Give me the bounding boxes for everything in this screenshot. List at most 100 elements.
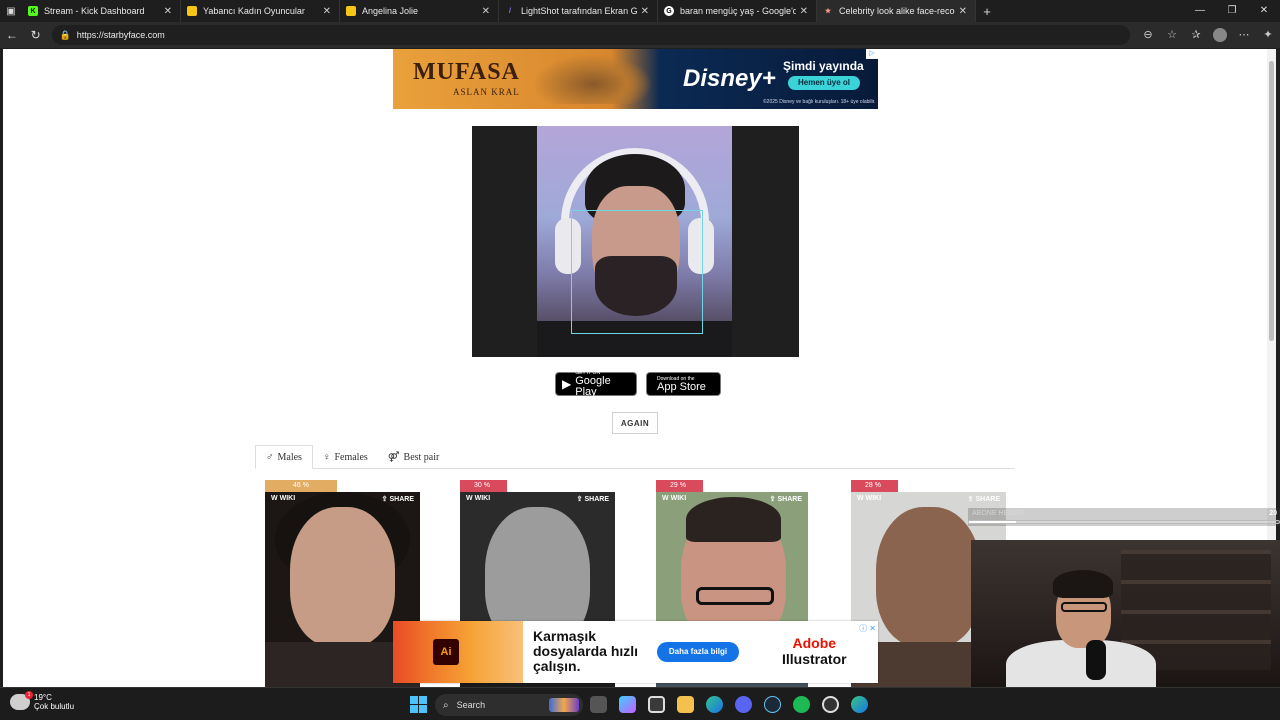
browser-tab-imdb-actresses[interactable]: Yabancı Kadın Oyuncular ✕ [181, 0, 340, 22]
kick-icon: K [28, 6, 38, 16]
spotify-icon[interactable] [793, 696, 810, 713]
wiki-button[interactable]: W WIKI [857, 495, 881, 502]
browser-icon[interactable] [851, 696, 868, 713]
wiki-button[interactable]: W WIKI [466, 495, 490, 502]
close-window-icon[interactable]: ✕ [1248, 0, 1280, 22]
share-button[interactable]: ⇪ SHARE [968, 495, 1000, 504]
tab-best-pair[interactable]: ⚤ Best pair [378, 445, 450, 469]
browser-tab-strip: ▣ K Stream - Kick Dashboard ✕ Yabancı Ka… [0, 0, 1280, 22]
browser-tab-lightshot[interactable]: / LightShot tarafından Ekran Görün ✕ [499, 0, 658, 22]
share-button[interactable]: ⇪ SHARE [770, 495, 802, 504]
ad-subscribe-button[interactable]: Hemen üye ol [788, 76, 860, 90]
photo-face [290, 507, 395, 647]
adobe-illustrator-ad-banner[interactable]: Ai Karmaşık dosyalarda hızlı çalışın. Da… [393, 621, 878, 683]
imdb-icon [187, 6, 197, 16]
adobe-logo-text: Adobe [792, 635, 837, 651]
edge-icon[interactable] [706, 696, 723, 713]
uploaded-photo [537, 126, 732, 357]
reload-icon[interactable]: ↻ [24, 28, 48, 42]
weather-condition: Çok bulutlu [34, 702, 75, 711]
ad-brand: Adobe Illustrator [782, 635, 847, 667]
close-icon[interactable]: ✕ [482, 6, 490, 17]
lock-icon[interactable]: 🔒 [60, 30, 71, 41]
tab-title: baran mengüç yaş - Google'da Ar [680, 6, 796, 16]
close-icon[interactable]: ✕ [164, 6, 172, 17]
photo-hair [686, 497, 781, 542]
stream-goal-overlay: ABONE HEDEFİ 20 [968, 508, 1280, 526]
male-icon: ♂ [266, 451, 274, 463]
new-tab-icon[interactable]: + [976, 4, 998, 19]
tab-actions-icon[interactable]: ▣ [0, 0, 22, 22]
app-store-badge[interactable]: Download on the App Store [646, 372, 721, 396]
wiki-icon: W [662, 495, 669, 502]
browser-tab-kick[interactable]: K Stream - Kick Dashboard ✕ [22, 0, 181, 22]
scrollbar-thumb[interactable] [1269, 61, 1274, 341]
lightshot-icon: / [509, 7, 511, 15]
adchoices-icon[interactable]: ▷ [866, 49, 878, 59]
back-icon[interactable]: ← [0, 28, 24, 42]
close-icon[interactable]: ✕ [641, 6, 649, 17]
close-icon[interactable]: ✕ [323, 6, 331, 17]
wiki-button[interactable]: W WIKI [662, 495, 686, 502]
toolbar-actions: ⊖ ☆ ✰ ⋯ ✦ [1136, 28, 1280, 42]
tab-females[interactable]: ♀ Females [313, 445, 378, 469]
wiki-button[interactable]: W WIKI [271, 495, 295, 502]
illustrator-logo: Ai [433, 639, 459, 665]
wiki-label: WIKI [865, 495, 882, 502]
browser-toolbar: ← ↻ 🔒 https://starbyface.com ⊖ ☆ ✰ ⋯ ✦ [0, 22, 1280, 48]
photo-glasses [696, 587, 774, 605]
copilot-icon[interactable]: ✦ [1256, 28, 1280, 42]
adchoices-icon[interactable]: ⓘ ✕ [859, 623, 876, 634]
similarity-percent: 28 % [851, 480, 898, 492]
steam-icon[interactable] [764, 696, 781, 713]
window-controls: — ❐ ✕ [1184, 0, 1280, 22]
reader-mode-icon[interactable]: ⊖ [1136, 28, 1160, 42]
restore-icon[interactable]: ❐ [1216, 0, 1248, 22]
again-button[interactable]: AGAIN [612, 412, 658, 434]
disney-plus-logo: Disney+ [683, 65, 776, 92]
google-play-badge[interactable]: ▶ GET IT ON Google Play [555, 370, 637, 398]
obs-icon[interactable] [822, 696, 839, 713]
minimize-icon[interactable]: — [1184, 0, 1216, 22]
close-icon[interactable]: ✕ [959, 6, 967, 17]
profile-avatar-icon[interactable] [1213, 28, 1228, 42]
tab-males[interactable]: ♂ Males [255, 445, 313, 469]
close-icon[interactable]: ✕ [800, 6, 808, 17]
star-icon: ★ [824, 8, 832, 15]
favorites-icon[interactable]: ✰ [1184, 28, 1208, 42]
photo-face [876, 507, 981, 647]
browser-tab-imdb-jolie[interactable]: Angelina Jolie ✕ [340, 0, 499, 22]
address-bar[interactable]: 🔒 https://starbyface.com [51, 25, 1131, 45]
app-store-big-text: App Store [657, 380, 706, 393]
taskbar-search[interactable]: ⌕ Search [435, 694, 583, 716]
windows-start-icon[interactable] [410, 696, 427, 713]
copilot-icon[interactable] [619, 696, 636, 713]
ad-movie-title: MUFASA [413, 59, 520, 85]
similarity-percent: 46 % [265, 480, 337, 492]
discord-icon[interactable] [735, 696, 752, 713]
share-label: SHARE [584, 495, 609, 503]
wiki-icon: W [857, 495, 864, 502]
file-explorer-icon[interactable] [677, 696, 694, 713]
browser-tab-starbyface[interactable]: ★ Celebrity look alike face-recognit ✕ [817, 0, 976, 22]
tab-label: Best pair [403, 451, 440, 463]
search-icon: ⌕ [443, 699, 449, 711]
ad-learn-more-button[interactable]: Daha fazla bilgi [657, 642, 739, 662]
share-button[interactable]: ⇪ SHARE [577, 495, 609, 504]
google-icon: G [664, 6, 674, 16]
more-menu-icon[interactable]: ⋯ [1232, 28, 1256, 42]
ad-headline: Şimdi yayında [783, 59, 864, 73]
share-button[interactable]: ⇪ SHARE [381, 495, 414, 504]
browser-tab-google[interactable]: G baran mengüç yaş - Google'da Ar ✕ [658, 0, 817, 22]
pair-icon: ⚤ [387, 451, 400, 463]
taskbar-apps [590, 696, 868, 713]
favorite-star-icon[interactable]: ☆ [1160, 28, 1184, 42]
weather-widget[interactable]: 1 19°C Çok bulutlu [10, 691, 75, 711]
task-view-icon[interactable] [590, 696, 607, 713]
similarity-percent: 29 % [656, 480, 703, 492]
tab-title: Angelina Jolie [362, 6, 419, 16]
disney-plus-ad-banner[interactable]: MUFASA ASLAN KRAL Disney+ Şimdi yayında … [393, 49, 878, 109]
share-icon: ⇪ [381, 496, 388, 503]
url-text: https://starbyface.com [76, 30, 165, 40]
store-icon[interactable] [648, 696, 665, 713]
